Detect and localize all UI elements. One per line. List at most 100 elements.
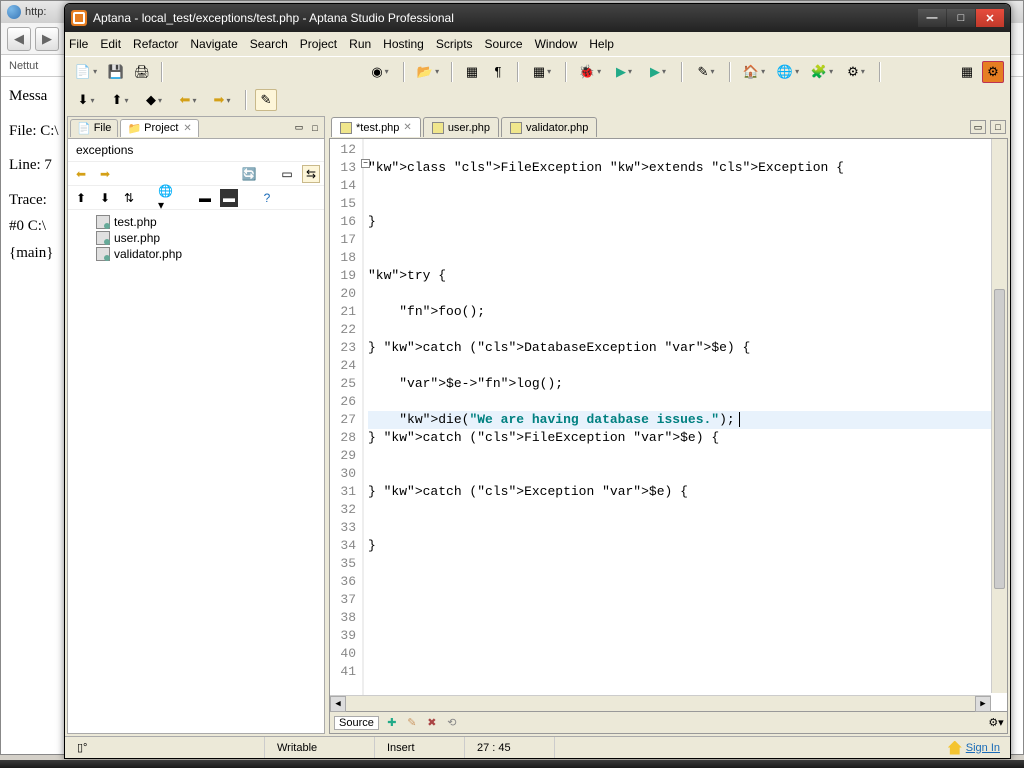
project-icon: 📁	[127, 122, 141, 135]
browser-url: http:	[25, 6, 46, 18]
debug-button[interactable]: 🐞	[575, 61, 605, 83]
horizontal-scrollbar[interactable]: ◀ ▶	[330, 695, 991, 711]
fold-icon[interactable]: −	[361, 159, 370, 168]
project-tree: test.php user.php validator.php	[68, 210, 324, 266]
menu-scripts[interactable]: Scripts	[436, 37, 473, 51]
editor-tabs: *test.php ✕ user.php validator.php ▭ □	[329, 116, 1008, 138]
sync-icon[interactable]: ⟲	[445, 716, 459, 730]
scroll-left-icon[interactable]: ◀	[330, 696, 346, 712]
close-icon[interactable]: ✕	[183, 123, 191, 134]
down-icon[interactable]: ⬇	[96, 189, 114, 207]
up-icon[interactable]: ⬆	[72, 189, 90, 207]
tool-9[interactable]: ✎	[691, 61, 721, 83]
help-icon[interactable]: ?	[258, 189, 276, 207]
tree-item-validator[interactable]: validator.php	[76, 246, 316, 262]
tool-5[interactable]: ▦	[527, 61, 557, 83]
browser-forward-button[interactable]: ▶	[35, 27, 59, 51]
project-path: exceptions	[68, 139, 324, 162]
project-toolbar-1: ⬅ ➡ 🔄 ▭ ⇆	[68, 162, 324, 186]
tool-3[interactable]: ▦	[461, 61, 483, 83]
tool-10[interactable]: 🏠	[739, 61, 769, 83]
menu-help[interactable]: Help	[589, 37, 614, 51]
main-toolbar: 📄 💾 🖨 ◉ 📂 ▦ ¶ ▦ 🐞 ▶ ▶ ✎ 🏠 🌐 🧩 ⚙ ▦ ⚙	[65, 56, 1010, 86]
file-tab[interactable]: 📄 File	[70, 119, 118, 137]
nav-back-icon[interactable]: ⬅	[72, 165, 90, 183]
add-icon[interactable]: ✚	[385, 716, 399, 730]
pane-max-icon[interactable]: □	[308, 121, 322, 135]
collapse-icon[interactable]: ▭	[278, 165, 296, 183]
code-area[interactable]: "kw">class "cls">FileException "kw">exte…	[364, 139, 1007, 711]
project-toolbar-2: ⬆ ⬇ ⇅ 🌐▾ ▬ ▬ ?	[68, 186, 324, 210]
status-writable: Writable	[265, 737, 375, 758]
menu-file[interactable]: File	[69, 37, 88, 51]
tool-12[interactable]: 🧩	[807, 61, 837, 83]
close-icon[interactable]: ✕	[403, 122, 411, 133]
nav-fwd-icon[interactable]: ➡	[96, 165, 114, 183]
scroll-right-icon[interactable]: ▶	[975, 696, 991, 712]
menu-project[interactable]: Project	[300, 37, 337, 51]
run-button[interactable]: ▶	[609, 61, 639, 83]
forward-history-button[interactable]: ➡	[207, 89, 237, 111]
tool-f[interactable]: ✎	[255, 89, 277, 111]
project-tab[interactable]: 📁 Project ✕	[120, 119, 198, 137]
menu-refactor[interactable]: Refactor	[133, 37, 178, 51]
php-file-icon	[340, 122, 352, 134]
back-history-button[interactable]: ⬅	[173, 89, 203, 111]
term1-icon[interactable]: ▬	[196, 189, 214, 207]
menu-edit[interactable]: Edit	[100, 37, 121, 51]
source-view-tab[interactable]: Source	[334, 716, 379, 730]
delete-icon[interactable]: ✖	[425, 716, 439, 730]
tool-13[interactable]: ⚙	[841, 61, 871, 83]
editor-bottom-bar: Source ✚ ✎ ✖ ⟲ ⚙▾	[329, 712, 1008, 734]
tool-4[interactable]: ¶	[487, 61, 509, 83]
code-editor[interactable]: 1213141516171819202122232425262728293031…	[329, 138, 1008, 712]
signin-link[interactable]: Sign In	[938, 741, 1010, 755]
web-icon[interactable]: 🌐▾	[158, 189, 176, 207]
tool-a[interactable]: ⬇	[71, 89, 101, 111]
edit-icon[interactable]: ✎	[405, 716, 419, 730]
editor-pane: *test.php ✕ user.php validator.php ▭ □ 1…	[329, 116, 1008, 734]
link-icon[interactable]: ⇆	[302, 165, 320, 183]
new-button[interactable]: 📄	[71, 61, 101, 83]
tool-11[interactable]: 🌐	[773, 61, 803, 83]
status-launch: ▯°	[65, 737, 265, 758]
editor-max-icon[interactable]: □	[990, 120, 1006, 134]
menu-search[interactable]: Search	[250, 37, 288, 51]
perspective-1[interactable]: ▦	[956, 61, 978, 83]
menu-run[interactable]: Run	[349, 37, 371, 51]
tool-1[interactable]: ◉	[365, 61, 395, 83]
gear-icon[interactable]: ⚙▾	[989, 716, 1003, 730]
sort-icon[interactable]: ⇅	[120, 189, 138, 207]
menu-hosting[interactable]: Hosting	[383, 37, 424, 51]
maximize-button[interactable]: □	[947, 9, 975, 27]
php-file-icon	[96, 247, 110, 261]
perspective-aptana[interactable]: ⚙	[982, 61, 1004, 83]
vertical-scrollbar[interactable]	[991, 139, 1007, 693]
editor-tab-validator[interactable]: validator.php	[501, 117, 597, 137]
save-button[interactable]: 💾	[105, 61, 127, 83]
os-taskbar	[0, 760, 1024, 768]
editor-tab-test[interactable]: *test.php ✕	[331, 117, 421, 137]
pane-min-icon[interactable]: ▭	[292, 121, 306, 135]
refresh-icon[interactable]: 🔄	[240, 165, 258, 183]
tree-item-test[interactable]: test.php	[76, 214, 316, 230]
php-file-icon	[96, 215, 110, 229]
run-ext-button[interactable]: ▶	[643, 61, 673, 83]
tool-b[interactable]: ⬆	[105, 89, 135, 111]
editor-min-icon[interactable]: ▭	[970, 120, 986, 134]
line-gutter: 1213141516171819202122232425262728293031…	[330, 139, 364, 711]
aptana-icon	[71, 10, 87, 26]
menu-source[interactable]: Source	[485, 37, 523, 51]
tool-2[interactable]: 📂	[413, 61, 443, 83]
browser-back-button[interactable]: ◀	[7, 27, 31, 51]
tree-item-user[interactable]: user.php	[76, 230, 316, 246]
tool-c[interactable]: ◆	[139, 89, 169, 111]
menu-window[interactable]: Window	[535, 37, 578, 51]
term2-icon[interactable]: ▬	[220, 189, 238, 207]
minimize-button[interactable]: —	[918, 9, 946, 27]
menu-navigate[interactable]: Navigate	[190, 37, 237, 51]
editor-tab-user[interactable]: user.php	[423, 117, 499, 137]
close-button[interactable]: ✕	[976, 9, 1004, 27]
ide-titlebar[interactable]: Aptana - local_test/exceptions/test.php …	[65, 4, 1010, 32]
print-button[interactable]: 🖨	[131, 61, 153, 83]
